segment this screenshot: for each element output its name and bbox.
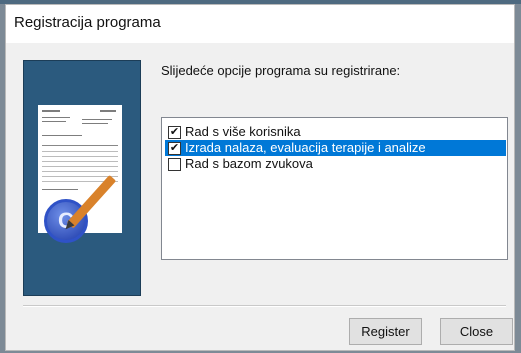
option-row-sound-database[interactable]: Rad s bazom zvukova — [165, 156, 506, 172]
side-illustration: C — [23, 60, 141, 296]
registration-dialog: Registracija programa C Slijedeće opcije… — [5, 4, 515, 351]
option-label: Rad s bazom zvukova — [185, 156, 313, 171]
option-row-multi-user[interactable]: ✔ Rad s više korisnika — [165, 124, 506, 140]
registered-options-list[interactable]: ✔ Rad s više korisnika ✔ Izrada nalaza, … — [161, 117, 508, 260]
intro-label: Slijedeće opcije programa su registriran… — [161, 63, 401, 78]
window-title: Registracija programa — [14, 14, 161, 31]
checkbox-findings-analysis[interactable]: ✔ — [168, 142, 181, 155]
register-button[interactable]: Register — [349, 318, 422, 345]
checkbox-sound-database[interactable] — [168, 158, 181, 171]
checkmark-icon: ✔ — [169, 126, 180, 138]
option-label: Rad s više korisnika — [185, 124, 301, 139]
close-button[interactable]: Close — [440, 318, 513, 345]
title-bar[interactable]: Registracija programa — [6, 5, 514, 43]
option-label: Izrada nalaza, evaluacija terapije i ana… — [185, 140, 426, 155]
checkmark-icon: ✔ — [169, 142, 180, 154]
divider — [23, 305, 506, 307]
option-row-findings-analysis[interactable]: ✔ Izrada nalaza, evaluacija terapije i a… — [165, 140, 506, 156]
checkbox-multi-user[interactable]: ✔ — [168, 126, 181, 139]
